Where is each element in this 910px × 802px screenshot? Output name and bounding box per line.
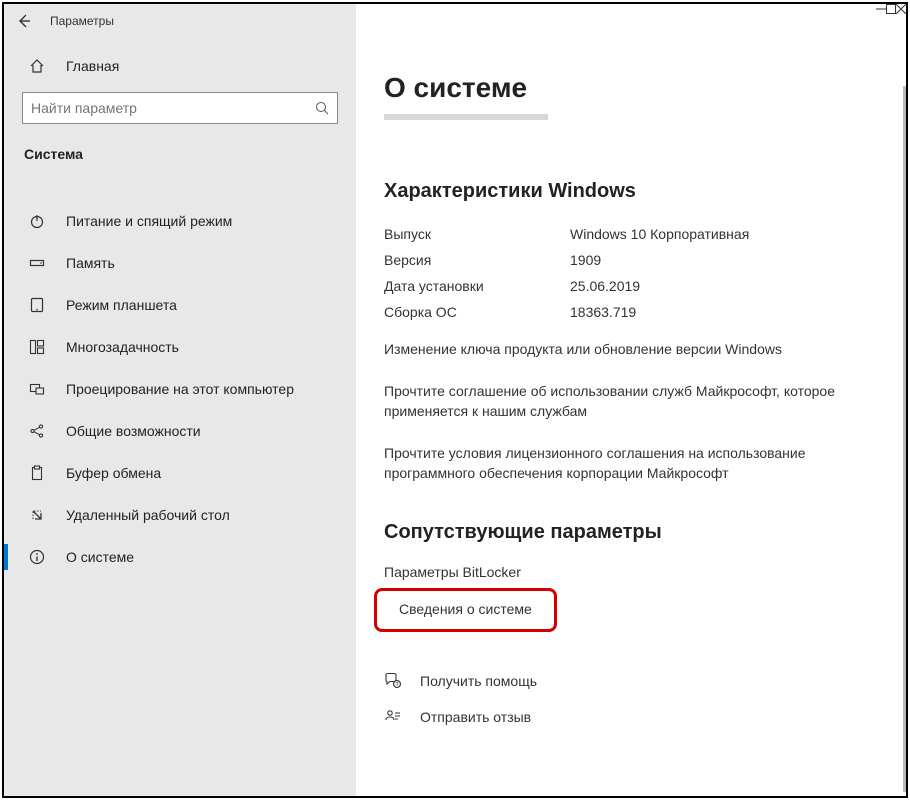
spec-value: 25.06.2019 (570, 278, 640, 294)
sidebar-section-label: Система (4, 140, 356, 176)
get-help-label: Получить помощь (420, 673, 537, 689)
sidebar-item-multitask[interactable]: Многозадачность (4, 326, 356, 368)
sidebar-item-label: О системе (66, 548, 134, 566)
get-help-link[interactable]: ? Получить помощь (384, 666, 878, 696)
sidebar-item-label: Удаленный рабочий стол (66, 506, 230, 524)
info-icon (26, 549, 48, 565)
storage-icon (26, 255, 48, 271)
spec-key: Версия (384, 252, 570, 268)
spec-row: Версия 1909 (384, 247, 878, 273)
main-content: О системе Характеристики Windows Выпуск … (356, 38, 906, 796)
sidebar-item-clipboard[interactable]: Буфер обмена (4, 452, 356, 494)
sidebar-item-label: Память (66, 254, 115, 272)
product-key-link[interactable]: Изменение ключа продукта или обновление … (384, 339, 878, 359)
sidebar-item-about[interactable]: О системе (4, 536, 356, 578)
spec-row: Дата установки 25.06.2019 (384, 273, 878, 299)
home-icon (26, 58, 48, 74)
home-link[interactable]: Главная (4, 50, 356, 82)
close-button[interactable] (896, 4, 906, 14)
sidebar-item-label: Общие возможности (66, 422, 201, 440)
svg-text:?: ? (396, 682, 399, 688)
spec-key: Дата установки (384, 278, 570, 294)
spec-key: Выпуск (384, 226, 570, 242)
spec-row: Выпуск Windows 10 Корпоративная (384, 221, 878, 247)
help-icon: ? (384, 672, 410, 690)
title-underline (384, 114, 548, 120)
feedback-label: Отправить отзыв (420, 709, 531, 725)
search-input-container[interactable] (22, 92, 338, 124)
sidebar-item-tablet[interactable]: Режим планшета (4, 284, 356, 326)
ms-license-terms-link[interactable]: Прочтите условия лицензионного соглашени… (384, 443, 878, 483)
search-icon (315, 101, 329, 115)
feedback-link[interactable]: Отправить отзыв (384, 702, 878, 732)
tablet-icon (26, 297, 48, 313)
ms-services-agreement-link[interactable]: Прочтите соглашение об использовании слу… (384, 381, 878, 421)
bitlocker-link[interactable]: Параметры BitLocker (384, 558, 878, 586)
settings-window: Параметры Главная Система (2, 2, 908, 798)
scrollbar[interactable] (903, 86, 906, 792)
system-info-link-label: Сведения о системе (399, 601, 532, 617)
sidebar-item-power[interactable]: Питание и спящий режим (4, 200, 356, 242)
sidebar-item-label: Многозадачность (66, 338, 179, 356)
sidebar-item-shared[interactable]: Общие возможности (4, 410, 356, 452)
sidebar-item-label: Проецирование на этот компьютер (66, 380, 294, 398)
clipboard-icon (26, 465, 48, 481)
minimize-button[interactable] (876, 4, 886, 14)
spec-value: Windows 10 Корпоративная (570, 226, 749, 242)
sidebar: Главная Система Питание и спящий режим (4, 38, 356, 796)
sidebar-item-label: Режим планшета (66, 296, 177, 314)
spec-key: Сборка ОС (384, 304, 570, 320)
multitask-icon (26, 339, 48, 355)
spec-value: 18363.719 (570, 304, 636, 320)
spec-value: 1909 (570, 252, 601, 268)
project-icon (26, 381, 48, 397)
shared-icon (26, 423, 48, 439)
page-title: О системе (384, 72, 878, 104)
sidebar-item-storage[interactable]: Память (4, 242, 356, 284)
system-info-link-highlighted[interactable]: Сведения о системе (374, 588, 557, 632)
related-settings-heading: Сопутствующие параметры (384, 521, 878, 544)
sidebar-item-label: Буфер обмена (66, 464, 161, 482)
window-title: Параметры (50, 14, 114, 28)
sidebar-item-remote[interactable]: Удаленный рабочий стол (4, 494, 356, 536)
windows-specs-heading: Характеристики Windows (384, 180, 878, 203)
back-button[interactable] (4, 4, 44, 38)
sidebar-item-label: Питание и спящий режим (66, 212, 232, 230)
power-icon (26, 213, 48, 229)
sidebar-item-project[interactable]: Проецирование на этот компьютер (4, 368, 356, 410)
spec-row: Сборка ОС 18363.719 (384, 299, 878, 325)
feedback-icon (384, 708, 410, 726)
remote-icon (26, 507, 48, 523)
search-input[interactable] (31, 100, 315, 116)
window-controls-area (356, 4, 906, 38)
sidebar-menu: Питание и спящий режим Память Режим план… (4, 176, 356, 796)
home-label: Главная (66, 58, 119, 74)
maximize-button[interactable] (886, 4, 896, 14)
